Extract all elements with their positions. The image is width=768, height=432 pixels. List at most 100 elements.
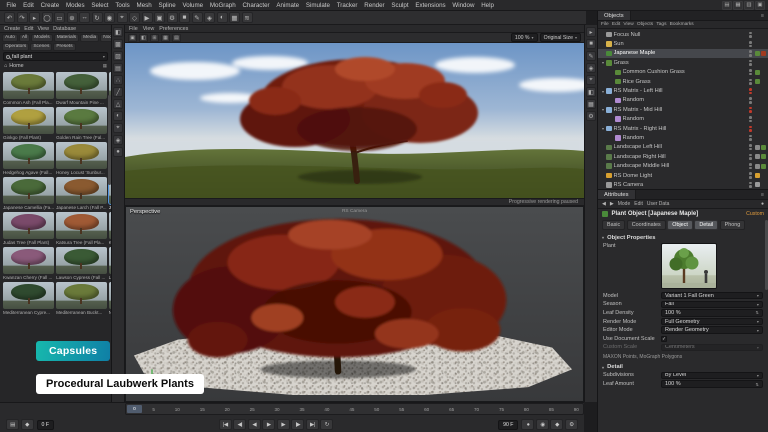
object-row[interactable]: Rice Grass [598,77,768,86]
tag-icon[interactable] [761,70,766,75]
menubar-item[interactable]: Spline [155,0,179,11]
end-frame-field[interactable]: 90 F [498,420,518,430]
asset-item[interactable]: Kwanzan Cherry (Fall ... [3,247,54,280]
viewport-camera-menu[interactable]: Perspective [130,209,160,215]
save-image-icon[interactable]: ▣ [128,34,137,42]
use-document-scale-checkbox[interactable]: ✓ [661,336,667,342]
objects-menu-item[interactable]: View [623,22,633,27]
tag-icon[interactable] [761,79,766,84]
attribute-tab[interactable]: Detail [694,220,718,230]
asset-filter-chip[interactable]: Presets [53,43,75,51]
render-visibility-dot[interactable] [749,92,752,95]
tag-icon[interactable] [755,126,760,131]
next-key-button[interactable]: |▶ [291,419,304,430]
fields-icon[interactable]: ◐ [217,12,228,23]
visibility-dots[interactable] [749,32,752,38]
timeline-ruler[interactable]: 0 051015202530354045505560657075808590 [125,403,584,415]
editor-visibility-dot[interactable] [749,144,752,147]
field-value[interactable]: 100 % [661,380,763,387]
object-label[interactable]: Rice Grass [623,79,748,85]
editor-visibility-dot[interactable] [749,172,752,175]
redo-icon[interactable]: ↷ [17,12,28,23]
tag-icon[interactable] [761,182,766,187]
object-label[interactable]: Landscape Left Hill [614,144,748,150]
object-label[interactable]: Landscape Middle Hill [614,163,748,169]
tag-icon[interactable] [755,145,760,150]
tag-icon[interactable] [755,70,760,75]
settings-icon[interactable]: ⚙ [586,111,596,121]
menubar-item[interactable]: Modes [63,0,88,11]
menubar-item[interactable]: Edit [20,0,37,11]
tab-attributes[interactable]: Attributes [598,190,636,199]
field-value[interactable]: Variant 1 Fall Green [661,292,763,299]
visibility-dots[interactable] [749,144,752,150]
points-mode-icon[interactable]: ∴ [113,75,123,85]
visibility-dots[interactable] [749,116,752,122]
tag-icon[interactable] [761,42,766,47]
menubar-item[interactable]: Animate [273,0,302,11]
editor-visibility-dot[interactable] [749,69,752,72]
search-input[interactable] [12,54,101,60]
object-row[interactable]: RS Camera [598,180,768,189]
region-render-icon[interactable]: ▦ [161,34,170,42]
live-selection-icon[interactable]: ◯ [42,12,53,23]
tag-icon[interactable] [755,42,760,47]
panel-menu-icon[interactable]: ≡ [757,13,768,19]
tag-icon[interactable] [761,164,766,169]
field-value[interactable]: Render Geometry [661,326,763,333]
snapshot-icon[interactable]: ⊞ [150,34,159,42]
polygons-mode-icon[interactable]: △ [113,99,123,109]
select-icon[interactable]: ▸ [586,27,596,37]
perspective-viewport[interactable]: Perspective RS Camera [125,206,584,402]
tag-icon[interactable] [761,89,766,94]
tag-icon[interactable] [761,154,766,159]
tag-icon[interactable] [755,60,760,65]
asset-item[interactable]: Dwarf Mountain Pine ... [56,72,106,105]
object-row[interactable]: Sun [598,39,768,48]
panel-menu-icon[interactable]: ≡ [757,192,768,198]
volume-icon[interactable]: ▦ [229,12,240,23]
visibility-dots[interactable] [749,182,752,188]
visibility-dots[interactable] [749,163,752,169]
render-settings-icon[interactable]: ⚙ [167,12,178,23]
object-label[interactable]: Grass [614,60,748,66]
tag-icon[interactable] [755,182,760,187]
loop-button[interactable]: ↻ [320,419,333,430]
playhead-marker[interactable]: 0 [127,405,142,413]
object-row[interactable]: ▾ RS Matrix - Right Hill [598,124,768,133]
visibility-dots[interactable] [749,154,752,160]
rectangle-selection-icon[interactable]: ▭ [54,12,65,23]
menubar-item[interactable]: Tools [112,0,133,11]
render-visibility-dot[interactable] [749,138,752,141]
section-object-properties[interactable]: ▾ Object Properties [598,232,768,242]
section-detail[interactable]: ▾ Detail [598,362,768,372]
tag-icon[interactable] [761,51,766,56]
editor-visibility-dot[interactable] [749,154,752,157]
attribute-tab[interactable]: Phong [720,220,746,230]
object-row[interactable]: Random [598,115,768,124]
asset-item[interactable]: Ginkgo (Fall Plant) [3,107,54,140]
viewport-splitter[interactable]: Progressive rendering paused [125,198,584,206]
next-frame-button[interactable]: ▶ [277,419,290,430]
goto-end-button[interactable]: ▶| [306,419,319,430]
field-value[interactable]: 100 % [661,309,763,316]
asset-browser-menu[interactable]: View [37,26,49,32]
editor-visibility-dot[interactable] [749,107,752,110]
object-label[interactable]: Common Cushion Grass [623,69,748,75]
magnet-icon[interactable]: ◈ [586,63,596,73]
render-visibility-dot[interactable] [749,120,752,123]
menubar-item[interactable]: Select [88,0,112,11]
playback-settings-icon[interactable]: ⚙ [565,419,578,430]
asset-filter-chip[interactable]: Operators [2,43,29,51]
editor-visibility-dot[interactable] [749,50,752,53]
object-label[interactable]: RS Matrix - Right Hill [614,126,748,132]
prev-frame-button[interactable]: ◀ [248,419,261,430]
histogram-icon[interactable]: ▤ [172,34,181,42]
asset-filter-chip[interactable]: Models [31,34,52,42]
user-data-menu[interactable]: User Data [647,201,670,207]
visibility-dots[interactable] [749,69,752,75]
visibility-dots[interactable] [749,172,752,178]
attribute-tab[interactable]: Coordinates [627,220,666,230]
objects-menu-item[interactable]: File [601,22,609,27]
editor-visibility-dot[interactable] [749,32,752,35]
